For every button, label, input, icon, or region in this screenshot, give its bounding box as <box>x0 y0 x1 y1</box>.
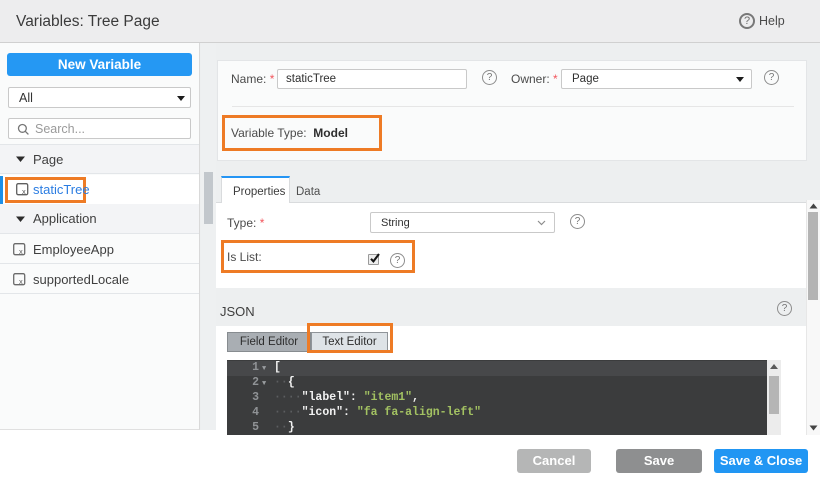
svg-text:x: x <box>19 247 23 256</box>
svg-text:x: x <box>19 277 23 286</box>
svg-text:x: x <box>22 187 26 196</box>
